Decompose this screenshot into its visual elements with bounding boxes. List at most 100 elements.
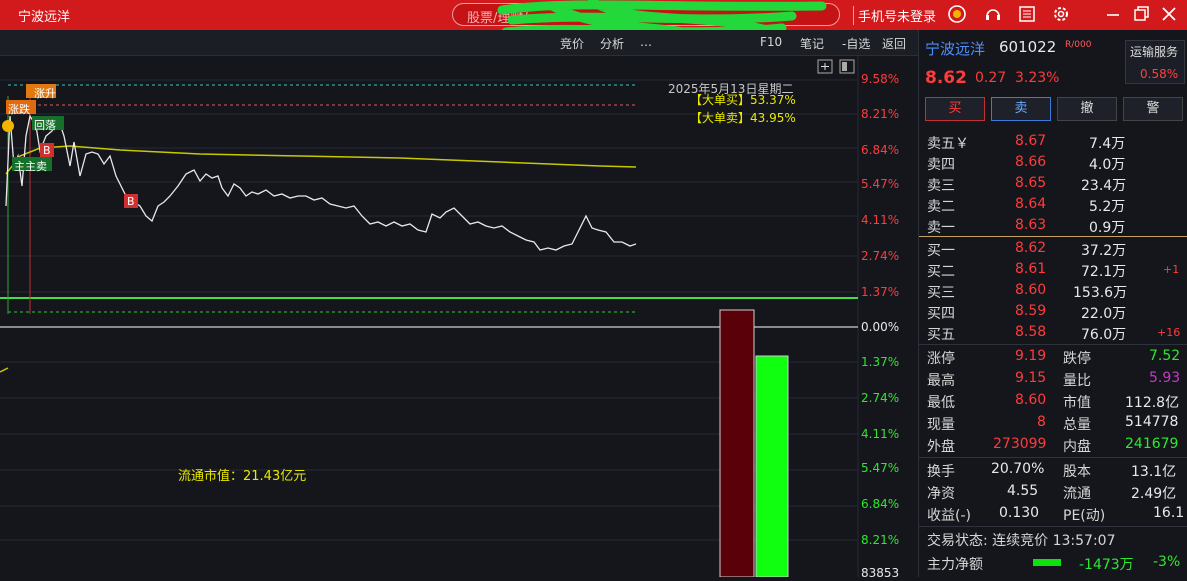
sell-row-2[interactable]: 卖二 8.64 5.2万 [919, 194, 1187, 215]
axis-bot-2: 2.74% [861, 391, 900, 405]
toolbar-f10[interactable]: F10 [760, 35, 782, 49]
buy-row-price: 8.60 [1015, 282, 1047, 298]
buy-button[interactable]: 买 [925, 97, 985, 121]
stat-label: 最低 [927, 395, 955, 411]
axis-top-2: 8.21% [861, 107, 900, 121]
buy-row-4[interactable]: 买四 8.59 22.0万 [919, 301, 1187, 322]
toolbar-analysis[interactable]: 分析 [600, 35, 624, 52]
intraday-chart[interactable]: 涨升 涨跌 回落 B 主主卖 B 2025年5月13日星期二 【大单买】53.3… [0, 56, 918, 580]
trade-status: 交易状态: 连续竞价 13:57:07 [927, 533, 1116, 549]
marker-coin [2, 120, 14, 132]
buy-row-3[interactable]: 买三 8.60 153.6万 [919, 280, 1187, 301]
stat-label: 外盘 [927, 439, 955, 455]
marker-b1-label: B [43, 144, 51, 157]
settings-icon[interactable] [1050, 4, 1072, 26]
main-flow-row[interactable]: 主力净额 -1473万 -3% [919, 552, 1187, 573]
main-flow-label: 主力净额 [927, 557, 983, 573]
buy-row-5[interactable]: 买五 8.58 76.0万 +16 [919, 322, 1187, 343]
headset-icon[interactable] [982, 4, 1004, 26]
notes-icon[interactable] [1016, 4, 1038, 26]
axis-top-3: 6.84% [861, 143, 900, 157]
stat-label: 跌停 [1063, 351, 1091, 367]
sector-label: 运输服务 [1130, 45, 1179, 59]
buy-row-price: 8.61 [1015, 261, 1047, 277]
sell-row-volume: 7.4万 [1089, 136, 1126, 152]
minimize-icon[interactable] [1102, 4, 1124, 26]
price-change-pct: 3.23% [1015, 70, 1060, 86]
stat-value: 112.8亿 [1125, 395, 1180, 411]
buy-row-delta: +1 [1163, 263, 1180, 276]
stock-code: 601022 [999, 38, 1057, 56]
stats2-divider [919, 457, 1187, 458]
buy-row-2[interactable]: 买二 8.61 72.1万 +1 [919, 259, 1187, 280]
sell-volume-bar [719, 309, 755, 578]
stats-divider [919, 344, 1187, 345]
restore-icon[interactable] [1130, 4, 1152, 26]
buy-row-price: 8.58 [1015, 324, 1047, 340]
stat-value: 0.130 [999, 505, 1040, 521]
toolbar-auction[interactable]: 竞价 [560, 35, 584, 52]
sector-box[interactable]: 运输服务 0.58% [1125, 40, 1185, 84]
sell-row-volume: 5.2万 [1089, 199, 1126, 215]
trade-buttons: 买 卖 撤 警 [925, 97, 1185, 123]
close-icon[interactable] [1158, 4, 1180, 26]
big-buy-label: 【大单买】53.37% [690, 93, 796, 107]
orderbook-divider [919, 236, 1187, 237]
stat-label: 最高 [927, 373, 955, 389]
price-line [5, 114, 637, 251]
stats-row: 最低 8.60 市值 112.8亿 [919, 390, 1187, 411]
main-flow-pct: -3% [1153, 554, 1181, 570]
stat-label: 内盘 [1063, 439, 1091, 455]
sell-row-3[interactable]: 卖三 8.65 23.4万 [919, 173, 1187, 194]
sell-row-price: 8.66 [1015, 154, 1047, 170]
stat-label: 涨停 [927, 351, 955, 367]
stat-label: 量比 [1063, 373, 1091, 389]
stats-row: 外盘 273099 内盘 241679 [919, 434, 1187, 455]
stats2-row: 收益(-) 0.130 PE(动) 16.1 [919, 503, 1187, 524]
title-bar: 宁波远洋 股票/理财/… 手机号未登录 [0, 0, 1187, 55]
sell-row-price: 8.63 [1015, 217, 1047, 233]
stat-label: 净资 [927, 486, 955, 502]
buy-row-label: 买四 [927, 306, 955, 322]
stats-row: 最高 9.15 量比 5.93 [919, 368, 1187, 389]
alert-button[interactable]: 警 [1123, 97, 1183, 121]
buy-row-1[interactable]: 买一 8.62 37.2万 [919, 238, 1187, 259]
stat-value: 20.70% [991, 461, 1045, 477]
cancel-order-button[interactable]: 撤 [1057, 97, 1117, 121]
axis-bot-5: 6.84% [861, 497, 900, 511]
buy-row-label: 买二 [927, 264, 955, 280]
sell-row-1[interactable]: 卖一 8.63 0.9万 [919, 215, 1187, 236]
sell-button[interactable]: 卖 [991, 97, 1051, 121]
toolbar-more[interactable]: … [640, 35, 652, 49]
stock-tag: R/000 [1065, 40, 1092, 50]
stats2-row: 净资 4.55 流通 2.49亿 [919, 481, 1187, 502]
marker-rise-label: 涨升 [34, 87, 56, 100]
sell-row-4[interactable]: 卖四 8.66 4.0万 [919, 152, 1187, 173]
toolbar-back[interactable]: 返回 [882, 35, 906, 52]
stock-name[interactable]: 宁波远洋 [925, 38, 985, 59]
marker-rise-fall-label: 涨跌 [8, 103, 30, 116]
axis-zero: 0.00% [861, 320, 900, 334]
sell-row-label: 卖二 [927, 199, 955, 215]
toolbar-watchlist[interactable]: -自选 [842, 35, 870, 52]
sell-row-price: 8.64 [1015, 196, 1047, 212]
stat-label: PE(动) [1063, 508, 1106, 524]
sector-pct: 0.58% [1140, 67, 1179, 81]
stat-value: 16.1 [1153, 505, 1185, 521]
stat-label: 换手 [927, 464, 955, 480]
stat-label: 收益(-) [927, 508, 971, 524]
login-status[interactable]: 手机号未登录 [853, 6, 936, 25]
sell-row-label: 卖一 [927, 220, 955, 236]
sell-row-volume: 23.4万 [1081, 178, 1127, 194]
stat-value: 241679 [1125, 436, 1179, 452]
stat-value: 5.93 [1149, 370, 1181, 386]
stat-value: 514778 [1125, 414, 1179, 430]
sell-row-5[interactable]: 卖五￥ 8.67 7.4万 [919, 131, 1187, 152]
buy-row-volume: 22.0万 [1081, 306, 1127, 322]
buy-row-label: 买三 [927, 285, 955, 301]
gold-icon[interactable] [946, 4, 968, 26]
buy-row-label: 买五 [927, 327, 955, 343]
buy-row-volume: 153.6万 [1073, 285, 1128, 301]
stat-label: 现量 [927, 417, 955, 433]
toolbar-notes[interactable]: 笔记 [800, 35, 824, 52]
